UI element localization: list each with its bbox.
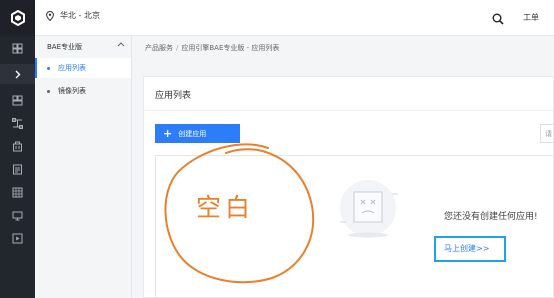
secondary-sidebar: BAE专业版 应用列表 镜像列表 bbox=[35, 36, 132, 298]
search-icon bbox=[492, 13, 504, 25]
play-icon bbox=[12, 233, 23, 243]
subnav-item-app-list[interactable]: 应用列表 bbox=[35, 58, 131, 78]
logo[interactable] bbox=[0, 0, 35, 36]
breadcrumb: 产品服务 / 应用引擎BAE专业版 - 应用列表 bbox=[145, 44, 280, 52]
bullet-icon bbox=[47, 66, 50, 70]
cloud-logo-icon bbox=[10, 10, 25, 26]
rail-play[interactable] bbox=[0, 228, 35, 248]
table-icon bbox=[12, 187, 23, 197]
divider bbox=[144, 110, 554, 111]
dashboard-icon bbox=[12, 43, 23, 53]
subnav-title: BAE专业版 bbox=[47, 43, 83, 51]
side-rail bbox=[0, 36, 35, 298]
create-now-link[interactable]: 马上创建>> bbox=[434, 236, 506, 262]
bullet-icon bbox=[47, 89, 50, 93]
create-app-label: 创建应用 bbox=[178, 129, 207, 138]
app-list-card: 应用列表 + 创建应用 请 您还没有创建任何应用! bbox=[143, 76, 554, 298]
rail-grid[interactable] bbox=[0, 90, 35, 110]
document-icon bbox=[13, 164, 22, 174]
ticket-link[interactable]: 工单 bbox=[523, 12, 539, 23]
annotation-text: 空白 bbox=[196, 193, 255, 222]
rail-table[interactable] bbox=[0, 182, 35, 202]
empty-state-message: 您还没有创建任何应用! bbox=[444, 212, 538, 222]
collapse-chevron-icon[interactable] bbox=[117, 41, 125, 47]
breadcrumb-current: 应用引擎BAE专业版 - 应用列表 bbox=[181, 44, 280, 52]
region-selector[interactable]: 华北 - 北京 bbox=[46, 10, 100, 21]
rail-expand[interactable] bbox=[0, 64, 35, 84]
rail-document[interactable] bbox=[0, 159, 35, 179]
building-icon bbox=[13, 141, 22, 151]
empty-box-illustration-icon bbox=[340, 180, 398, 238]
rail-dashboard[interactable] bbox=[0, 38, 35, 58]
subnav-item-label: 镜像列表 bbox=[58, 87, 86, 95]
search-button[interactable] bbox=[492, 10, 504, 29]
app-window: 华北 - 北京 工单 BAE专业版 应用列表 镜像列表 产品服务 / 应用引擎B… bbox=[0, 0, 554, 298]
expand-icon bbox=[15, 70, 21, 78]
create-app-button[interactable]: + 创建应用 bbox=[155, 124, 240, 143]
rail-monitor[interactable] bbox=[0, 205, 35, 225]
top-bar: 华北 - 北京 工单 bbox=[0, 0, 554, 36]
grid-icon bbox=[12, 95, 23, 105]
card-title: 应用列表 bbox=[155, 91, 192, 101]
plus-icon: + bbox=[163, 127, 173, 140]
region-label: 华北 - 北京 bbox=[60, 11, 100, 20]
search-input[interactable]: 请 bbox=[540, 124, 554, 143]
empty-state-panel: 您还没有创建任何应用! bbox=[155, 155, 554, 298]
network-icon bbox=[12, 117, 23, 129]
breadcrumb-products[interactable]: 产品服务 bbox=[145, 44, 173, 52]
rail-network[interactable] bbox=[0, 113, 35, 133]
monitor-icon bbox=[12, 211, 23, 220]
subnav-item-image-list[interactable]: 镜像列表 bbox=[35, 81, 131, 101]
location-pin-icon bbox=[46, 10, 54, 21]
subnav-item-label: 应用列表 bbox=[58, 64, 86, 72]
rail-building[interactable] bbox=[0, 136, 35, 156]
